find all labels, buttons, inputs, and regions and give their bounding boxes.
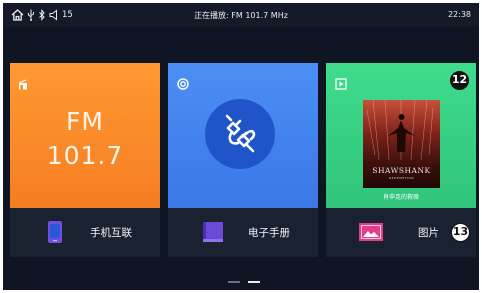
fm-frequency: 101.7 xyxy=(46,141,124,170)
page-indicator-1[interactable] xyxy=(228,281,240,283)
ebook-tile[interactable]: 电子手册 xyxy=(168,208,318,257)
bluetooth-audio-card[interactable] xyxy=(168,63,318,208)
pictures-label: 图片 xyxy=(418,227,439,239)
page-indicator-2[interactable] xyxy=(248,281,260,283)
phone-link-label: 手机互联 xyxy=(90,227,132,239)
bluetooth-audio-icon xyxy=(177,75,189,94)
pictures-tile[interactable]: 图片 13 xyxy=(326,208,476,257)
poster-caption: 肖申克的救赎 xyxy=(382,194,419,201)
image-icon xyxy=(358,222,384,246)
book-icon xyxy=(202,221,224,247)
movie-poster-image[interactable]: SHAWSHANK REDEMPTION xyxy=(363,100,440,188)
phone-link-tile[interactable]: 手机互联 xyxy=(10,208,160,257)
connect-circle[interactable] xyxy=(205,99,275,169)
callout-badge-12: 12 xyxy=(450,71,469,90)
callout-badge-13: 13 xyxy=(451,223,470,242)
fm-band-label: FM xyxy=(66,107,104,136)
now-playing-text: 正在播放: FM 101.7 MHz xyxy=(194,11,288,20)
poster-title: SHAWSHANK xyxy=(372,166,431,175)
home-screen: 15 正在播放: FM 101.7 MHz 22:38 FM 101.7 SHA… xyxy=(3,3,479,290)
ebook-label: 电子手册 xyxy=(248,227,290,239)
picture-frame-icon xyxy=(335,75,347,94)
plug-connector-icon xyxy=(205,99,275,173)
radio-icon xyxy=(18,75,28,94)
status-bar: 15 正在播放: FM 101.7 MHz 22:38 xyxy=(3,3,479,27)
fm-radio-card[interactable]: FM 101.7 xyxy=(10,63,160,208)
poster-subtitle: REDEMPTION xyxy=(389,176,414,180)
pictures-card[interactable]: SHAWSHANK REDEMPTION 肖申克的救赎 12 xyxy=(326,63,476,208)
phone-icon xyxy=(47,220,63,248)
clock: 22:38 xyxy=(447,10,471,19)
